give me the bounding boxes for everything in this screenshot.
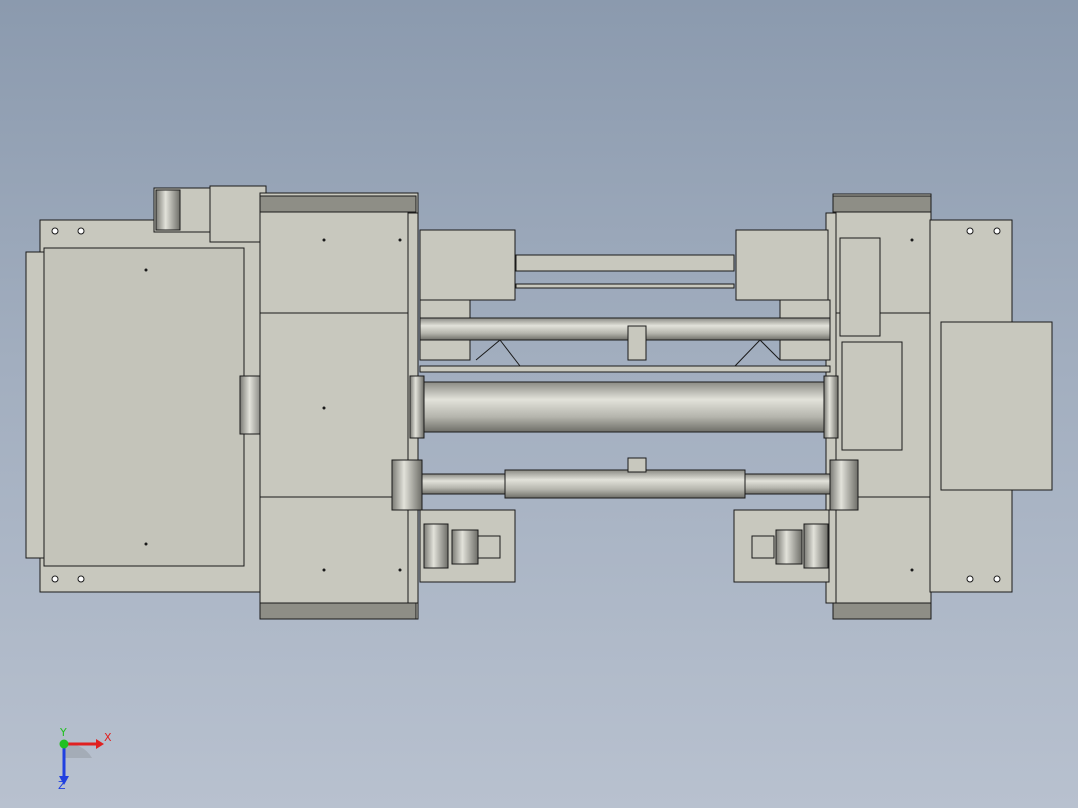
- triad-graphic: [59, 739, 104, 785]
- upper-shaft: [419, 317, 831, 341]
- upper-left-bearing-block: [419, 229, 516, 301]
- upper-crossbeam: [515, 254, 735, 272]
- right-cabinet: [940, 321, 1053, 491]
- cad-model[interactable]: [0, 0, 1078, 808]
- main-roller: [419, 381, 831, 433]
- cad-viewport[interactable]: X Y Z: [0, 0, 1078, 808]
- y-axis-label: Y: [60, 726, 67, 739]
- left-main-housing: [259, 192, 419, 620]
- z-axis-label: Z: [58, 779, 66, 792]
- x-axis-label: X: [104, 731, 112, 744]
- axis-triad: X Y Z: [44, 726, 124, 798]
